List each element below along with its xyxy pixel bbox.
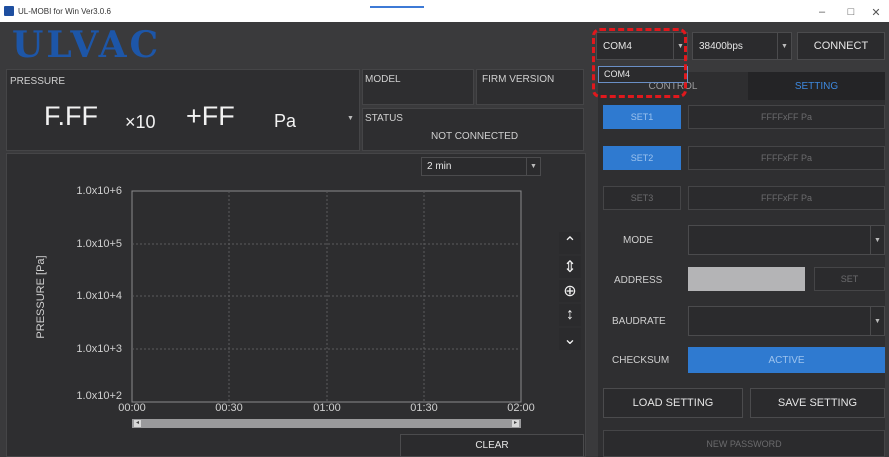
mode-select[interactable]: ▼	[688, 225, 885, 255]
chevron-up-icon[interactable]: ⌃	[559, 232, 581, 254]
set2-value: FFFFxFF Pa	[688, 146, 885, 170]
set3-value: FFFFxFF Pa	[688, 186, 885, 210]
y-tick-label: 1.0x10+4	[76, 290, 122, 302]
y-tick-label: 1.0x10+5	[76, 238, 122, 250]
scroll-right-icon[interactable]: ▸	[512, 420, 519, 427]
crosshair-icon[interactable]: ⊕	[559, 280, 581, 302]
set1-button[interactable]: SET1	[603, 105, 681, 129]
mode-label: MODE	[623, 235, 653, 246]
x-tick-label: 00:30	[215, 402, 243, 414]
expand-vertical-icon[interactable]: ↕	[559, 304, 581, 326]
y-axis-label: PRESSURE [Pa]	[35, 255, 47, 338]
chevron-down-icon[interactable]: ▼	[870, 307, 884, 335]
address-field[interactable]	[688, 267, 805, 291]
checksum-toggle[interactable]: ACTIVE	[688, 347, 885, 373]
set2-button[interactable]: SET2	[603, 146, 681, 170]
compress-vertical-icon[interactable]: ⇕	[559, 256, 581, 278]
clear-button[interactable]: CLEAR	[400, 434, 584, 457]
baudrate-select[interactable]: ▼	[688, 306, 885, 336]
load-setting-button[interactable]: LOAD SETTING	[603, 388, 743, 418]
y-tick-label: 1.0x10+3	[76, 343, 122, 355]
scroll-left-icon[interactable]: ◂	[134, 420, 141, 427]
y-tick-label: 1.0x10+6	[76, 185, 122, 197]
y-tick-label: 1.0x10+2	[76, 390, 122, 402]
checksum-label: CHECKSUM	[612, 355, 670, 366]
x-tick-label: 01:30	[410, 402, 438, 414]
x-tick-label: 01:00	[313, 402, 341, 414]
x-tick-label: 02:00	[507, 402, 535, 414]
save-setting-button[interactable]: SAVE SETTING	[750, 388, 885, 418]
x-tick-label: 00:00	[118, 402, 146, 414]
address-set-button[interactable]: SET	[814, 267, 885, 291]
set1-value: FFFFxFF Pa	[688, 105, 885, 129]
baudrate-label: BAUDRATE	[612, 316, 666, 327]
address-label: ADDRESS	[614, 275, 663, 286]
new-password-button[interactable]: NEW PASSWORD	[603, 430, 885, 457]
horizontal-scrollbar[interactable]: ◂ ▸	[132, 419, 521, 428]
highlight-annotation	[592, 28, 687, 98]
chevron-down-icon[interactable]: ⌄	[559, 328, 581, 350]
set3-button[interactable]: SET3	[603, 186, 681, 210]
chevron-down-icon[interactable]: ▼	[870, 226, 884, 254]
